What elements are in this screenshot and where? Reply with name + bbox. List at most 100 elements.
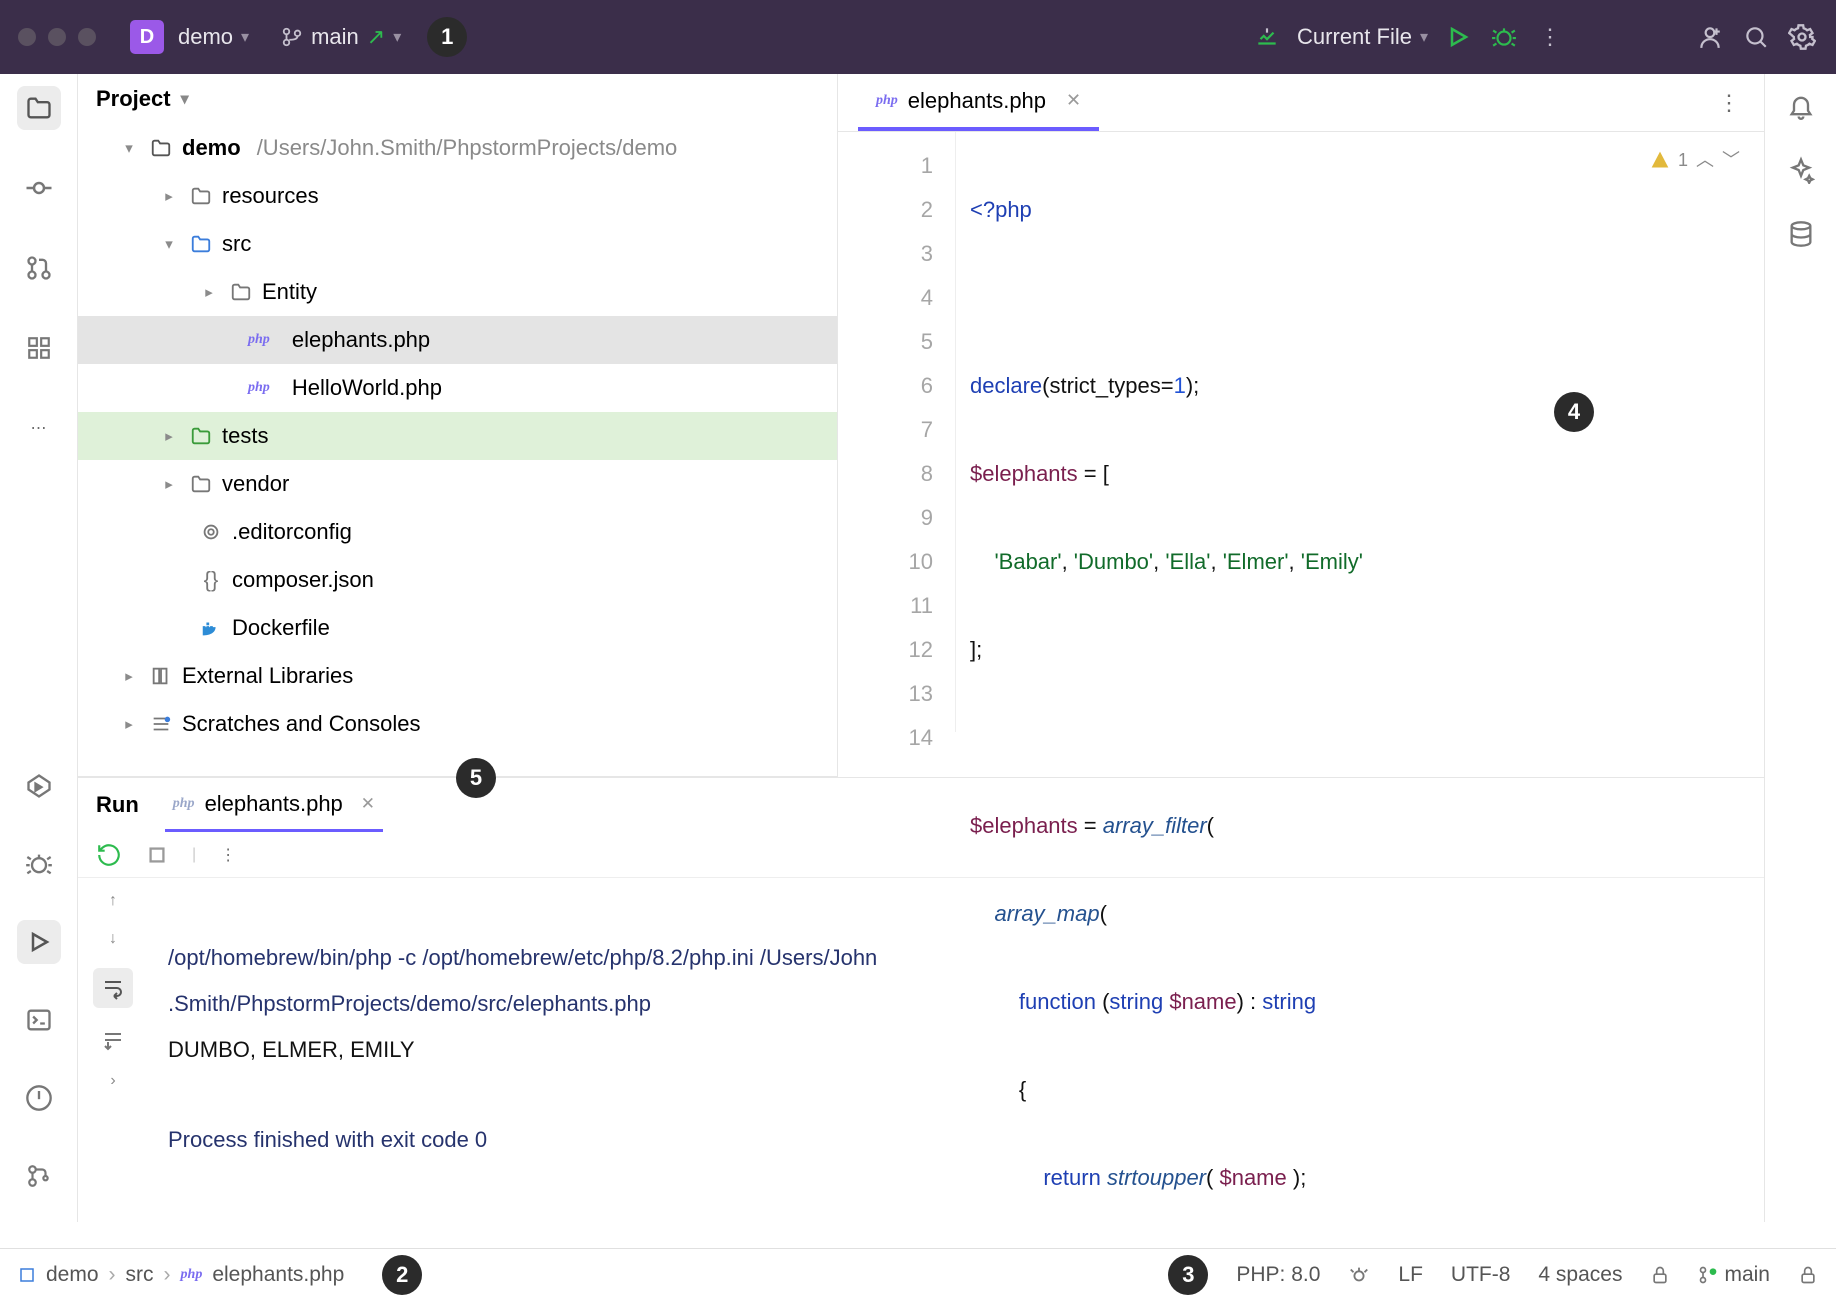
project-tree: ▾demo/Users/John.Smith/PhpstormProjects/… bbox=[78, 124, 837, 758]
project-selector[interactable]: demo ▾ bbox=[178, 24, 249, 50]
close-dot[interactable] bbox=[18, 28, 36, 46]
editor-tab-elephants[interactable]: php elephants.php ✕ bbox=[858, 74, 1099, 131]
chevron-down-icon: ▾ bbox=[1420, 27, 1428, 47]
run-tab-elephants[interactable]: php elephants.php ✕ bbox=[165, 778, 383, 832]
tree-file-dockerfile[interactable]: Dockerfile bbox=[78, 604, 837, 652]
lock-icon[interactable] bbox=[1798, 1265, 1818, 1285]
callout-5: 5 bbox=[456, 758, 496, 798]
build-icon[interactable] bbox=[1251, 21, 1283, 53]
up-icon[interactable]: ↑ bbox=[109, 892, 117, 910]
callout-2: 2 bbox=[382, 1255, 422, 1295]
close-icon[interactable]: ✕ bbox=[1066, 90, 1081, 111]
run-more-icon[interactable]: ⋮ bbox=[220, 845, 236, 865]
window-controls bbox=[18, 28, 96, 46]
code-content: <?php declare(strict_types=1); $elephant… bbox=[956, 132, 1764, 732]
settings-icon[interactable] bbox=[1786, 21, 1818, 53]
ai-assist-icon[interactable] bbox=[1787, 156, 1815, 184]
branch-icon bbox=[281, 26, 303, 48]
tree-file-editorconfig[interactable]: .editorconfig bbox=[78, 508, 837, 556]
down-icon[interactable]: ↓ bbox=[109, 930, 117, 948]
softwrap-icon[interactable] bbox=[93, 968, 133, 1008]
tab-more-icon[interactable]: ⋮ bbox=[1718, 90, 1740, 116]
php-icon: php bbox=[248, 380, 270, 396]
pull-request-icon[interactable] bbox=[17, 246, 61, 290]
project-pane-header[interactable]: Project ▾ bbox=[78, 74, 837, 124]
project-tool-icon[interactable] bbox=[17, 86, 61, 130]
run-config-selector[interactable]: Current File ▾ bbox=[1297, 24, 1428, 50]
center-column: Project ▾ ▾demo/Users/John.Smith/Phpstor… bbox=[78, 74, 1764, 1222]
branch-selector[interactable]: main ↗ ▾ bbox=[281, 24, 401, 50]
left-toolstrip: ⋯ bbox=[0, 74, 78, 1222]
tree-external-libs[interactable]: ▸External Libraries bbox=[78, 652, 837, 700]
commit-tool-icon[interactable] bbox=[17, 166, 61, 210]
code-editor[interactable]: 1234567891011121314 <?php declare(strict… bbox=[838, 132, 1764, 732]
database-icon[interactable] bbox=[1787, 220, 1815, 248]
right-toolstrip bbox=[1764, 74, 1836, 1222]
callout-1: 1 bbox=[427, 17, 467, 57]
search-icon[interactable] bbox=[1740, 21, 1772, 53]
min-dot[interactable] bbox=[48, 28, 66, 46]
listener-icon[interactable] bbox=[1348, 1264, 1370, 1286]
run-tool-icon[interactable] bbox=[17, 920, 61, 964]
terminal-tool-icon[interactable] bbox=[17, 998, 61, 1042]
tab-label: elephants.php bbox=[908, 88, 1046, 114]
debug-tool-icon[interactable] bbox=[17, 842, 61, 886]
tree-file-elephants[interactable]: php elephants.php bbox=[78, 316, 837, 364]
tree-root[interactable]: ▾demo/Users/John.Smith/PhpstormProjects/… bbox=[78, 124, 837, 172]
prev-icon[interactable]: ︿ bbox=[1696, 138, 1714, 182]
close-icon[interactable]: ✕ bbox=[361, 794, 375, 814]
callout-4: 4 bbox=[1554, 392, 1594, 432]
status-branch[interactable]: main bbox=[1698, 1263, 1770, 1287]
services-tool-icon[interactable] bbox=[17, 764, 61, 808]
chevron-down-icon: ▾ bbox=[181, 89, 189, 109]
tree-folder-entity[interactable]: ▸Entity bbox=[78, 268, 837, 316]
next-icon[interactable]: ﹀ bbox=[1722, 138, 1740, 182]
debug-button[interactable] bbox=[1488, 21, 1520, 53]
php-run-icon: php bbox=[173, 796, 195, 812]
stop-icon[interactable] bbox=[146, 844, 168, 866]
status-php[interactable]: PHP: 8.0 bbox=[1236, 1263, 1320, 1287]
git-tool-icon[interactable] bbox=[17, 1154, 61, 1198]
run-left-toolbar: ↑ ↓ › bbox=[78, 878, 148, 1222]
tree-file-helloworld[interactable]: php HelloWorld.php bbox=[78, 364, 837, 412]
tree-file-composer[interactable]: {}composer.json bbox=[78, 556, 837, 604]
status-indent[interactable]: 4 spaces bbox=[1538, 1263, 1622, 1287]
inspection-badge[interactable]: 1 ︿ ﹀ bbox=[1650, 138, 1740, 182]
branch-name: main bbox=[311, 24, 359, 50]
project-pane: Project ▾ ▾demo/Users/John.Smith/Phpstor… bbox=[78, 74, 838, 777]
status-encoding[interactable]: UTF-8 bbox=[1451, 1263, 1511, 1287]
tree-folder-resources[interactable]: ▸resources bbox=[78, 172, 837, 220]
php-icon: php bbox=[181, 1267, 203, 1283]
run-button[interactable] bbox=[1442, 21, 1474, 53]
more-tool-icon[interactable]: ⋯ bbox=[17, 406, 61, 450]
warning-icon bbox=[1650, 150, 1670, 170]
project-logo: D bbox=[130, 20, 164, 54]
structure-tool-icon[interactable] bbox=[17, 326, 61, 370]
chevron-down-icon: ▾ bbox=[393, 27, 401, 47]
callout-3: 3 bbox=[1168, 1255, 1208, 1295]
problems-tool-icon[interactable] bbox=[17, 1076, 61, 1120]
run-config-label: Current File bbox=[1297, 24, 1412, 50]
rerun-icon[interactable] bbox=[96, 842, 122, 868]
editor-area: php elephants.php ✕ ⋮ 123456789101112131… bbox=[838, 74, 1764, 777]
titlebar: D demo ▾ main ↗ ▾ 1 Current File ▾ ⋮ bbox=[0, 0, 1836, 74]
max-dot[interactable] bbox=[78, 28, 96, 46]
project-name: demo bbox=[178, 24, 233, 50]
main-body: ⋯ Project ▾ ▾demo/Users/John.Smith/Phpst… bbox=[0, 74, 1836, 1222]
module-icon bbox=[18, 1266, 36, 1284]
php-icon: php bbox=[248, 332, 270, 348]
tree-folder-tests[interactable]: ▸tests bbox=[78, 412, 837, 460]
collab-icon[interactable] bbox=[1694, 21, 1726, 53]
scroll-end-icon[interactable] bbox=[101, 1028, 125, 1052]
expand-icon[interactable]: › bbox=[110, 1072, 115, 1090]
breadcrumbs[interactable]: demo› src› php elephants.php bbox=[18, 1263, 344, 1287]
notifications-icon[interactable] bbox=[1787, 92, 1815, 120]
status-lf[interactable]: LF bbox=[1398, 1263, 1423, 1287]
project-pane-title: Project bbox=[96, 86, 171, 112]
tree-scratches[interactable]: ▸Scratches and Consoles bbox=[78, 700, 837, 748]
status-bar: demo› src› php elephants.php 2 3 PHP: 8.… bbox=[0, 1248, 1836, 1300]
tree-folder-src[interactable]: ▾src bbox=[78, 220, 837, 268]
tree-folder-vendor[interactable]: ▸vendor bbox=[78, 460, 837, 508]
readonly-icon[interactable] bbox=[1650, 1265, 1670, 1285]
more-icon[interactable]: ⋮ bbox=[1534, 21, 1566, 53]
